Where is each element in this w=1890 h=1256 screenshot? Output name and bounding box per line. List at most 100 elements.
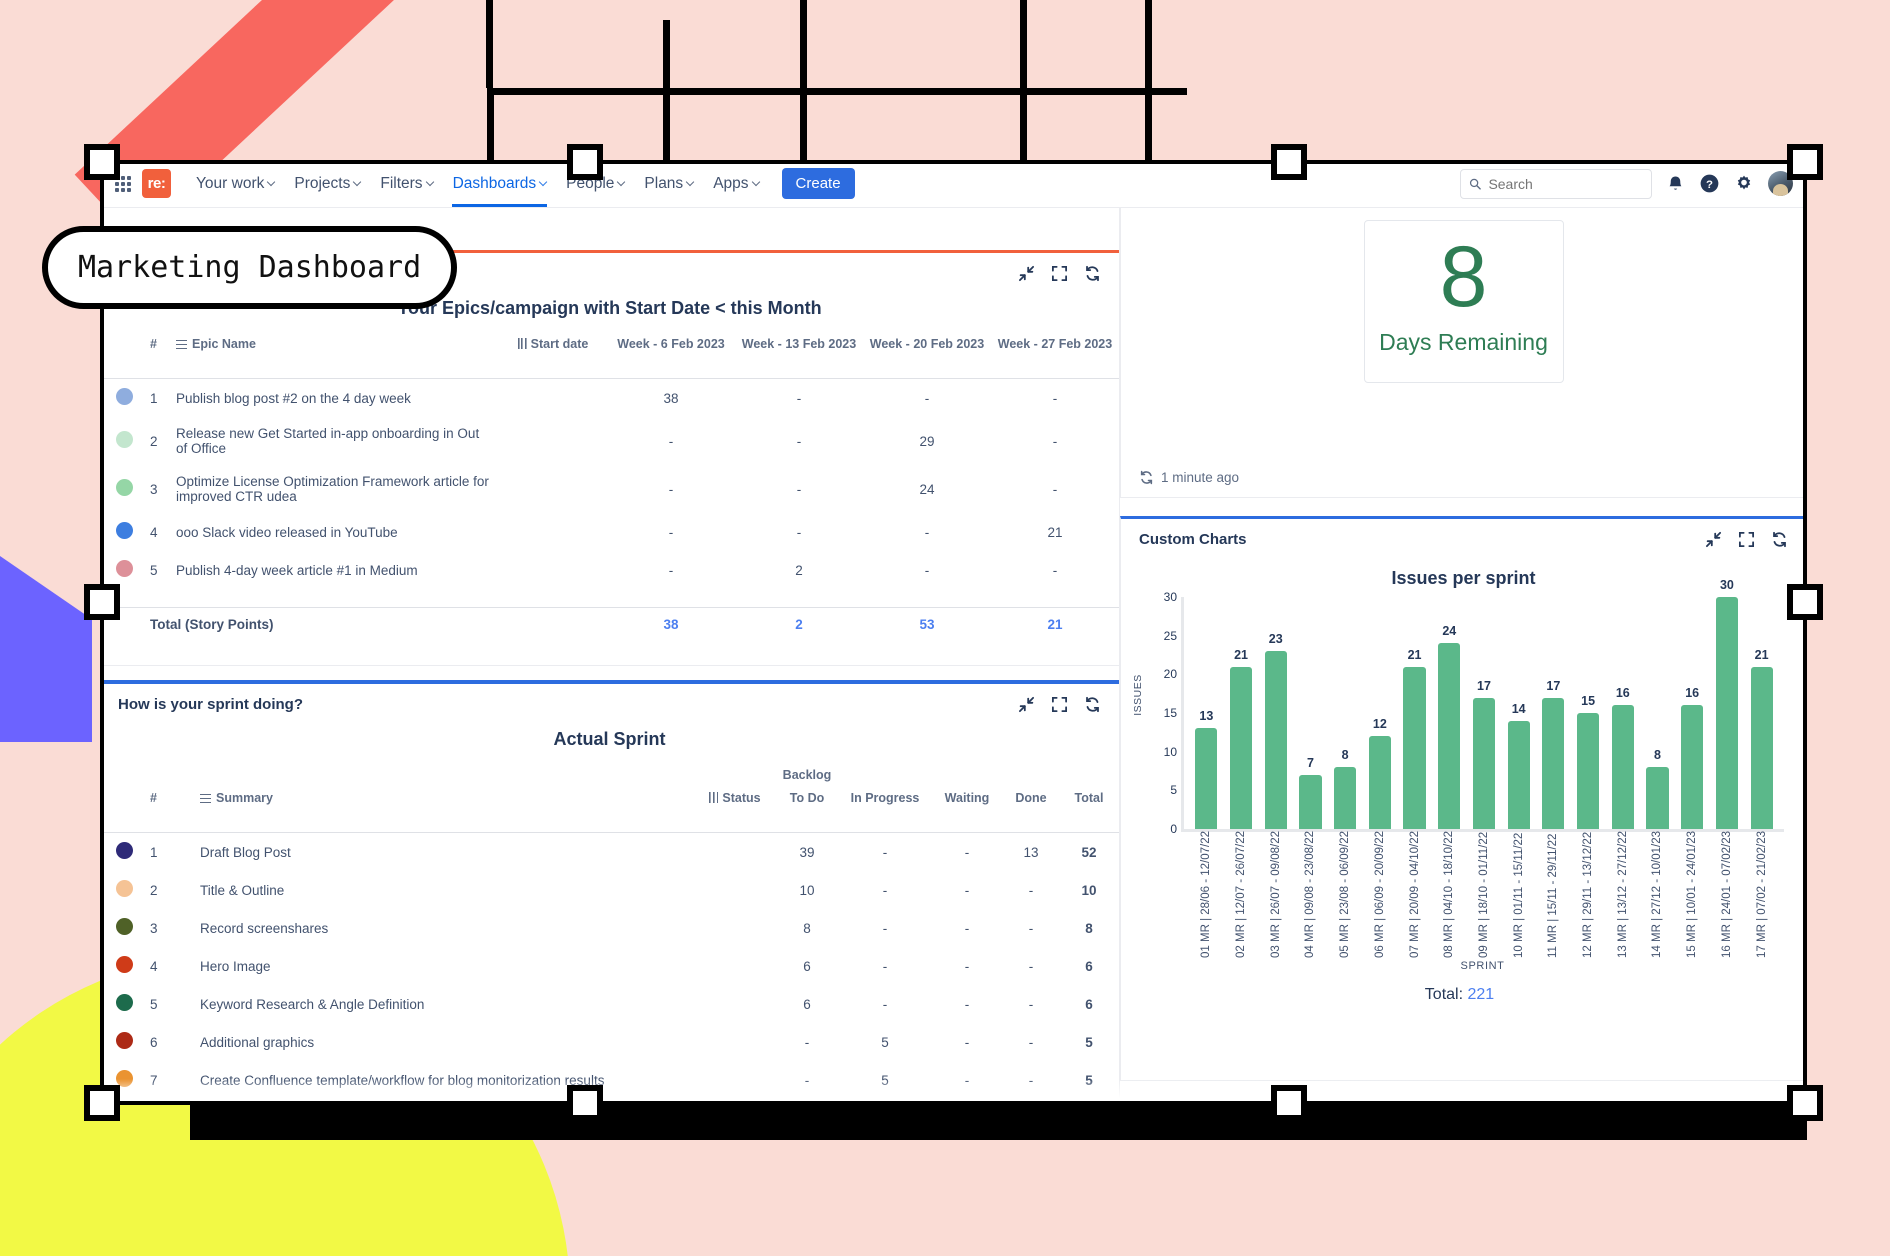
row-summary[interactable]: Title & Outline: [194, 871, 695, 909]
table-row[interactable]: 2 Release new Get Started in-app onboard…: [100, 417, 1119, 465]
chart-bar[interactable]: [1750, 666, 1773, 829]
table-row[interactable]: 7 Create Confluence template/workflow fo…: [100, 1061, 1119, 1099]
refresh-icon[interactable]: [1771, 531, 1788, 548]
row-total[interactable]: 5: [1059, 1023, 1119, 1061]
chart-bar-column[interactable]: 21: [1744, 597, 1779, 829]
chart-bar-column[interactable]: 30: [1710, 578, 1745, 829]
search-box[interactable]: [1460, 168, 1652, 199]
chart-bar-column[interactable]: 21: [1397, 597, 1432, 829]
row-week1[interactable]: 38: [607, 379, 735, 418]
fullscreen-icon[interactable]: [1051, 265, 1068, 282]
refresh-icon[interactable]: [1139, 470, 1154, 485]
row-epic-name[interactable]: ooo Slack video released in YouTube: [170, 513, 499, 551]
chart-bar[interactable]: [1334, 767, 1357, 829]
search-input[interactable]: [1488, 175, 1643, 192]
chart-bar[interactable]: [1403, 666, 1426, 829]
chart-bar[interactable]: [1472, 697, 1496, 829]
chart-bar[interactable]: [1715, 597, 1738, 829]
chart-bar-column[interactable]: 14: [1501, 597, 1536, 829]
table-row[interactable]: 4 Hero Image 6 - - - 6: [100, 947, 1119, 985]
refresh-icon[interactable]: [1084, 696, 1101, 713]
chart-bar[interactable]: [1264, 651, 1287, 829]
row-week3[interactable]: 29: [863, 417, 991, 465]
row-total[interactable]: 52: [1059, 833, 1119, 872]
row-epic-name[interactable]: Release new Get Started in-app onboardin…: [170, 417, 499, 465]
table-row[interactable]: 4 ooo Slack video released in YouTube - …: [100, 513, 1119, 551]
table-row[interactable]: 8 Discuss repurposing framework as a way…: [100, 1099, 1119, 1105]
row-week2[interactable]: 2: [735, 551, 863, 589]
row-total[interactable]: 5: [1059, 1099, 1119, 1105]
chart-bar[interactable]: [1507, 720, 1530, 829]
chart-bar[interactable]: [1611, 705, 1634, 829]
chart-bar[interactable]: [1195, 728, 1218, 829]
chart-bar[interactable]: [1681, 705, 1704, 829]
row-total[interactable]: 5: [1059, 1061, 1119, 1099]
row-inprogress[interactable]: 5: [839, 1061, 931, 1099]
chart-bar-column[interactable]: 8: [1328, 597, 1363, 829]
chart-bar-column[interactable]: 16: [1675, 597, 1710, 829]
table-row[interactable]: 5 Keyword Research & Angle Definition 6 …: [100, 985, 1119, 1023]
chart-bar-column[interactable]: 7: [1293, 597, 1328, 829]
table-row[interactable]: 2 Title & Outline 10 - - - 10: [100, 871, 1119, 909]
row-summary[interactable]: Additional graphics: [194, 1023, 695, 1061]
chart-bar-column[interactable]: 21: [1224, 597, 1259, 829]
table-row[interactable]: 5 Publish 4-day week article #1 in Mediu…: [100, 551, 1119, 589]
row-todo[interactable]: 39: [775, 833, 839, 872]
row-total[interactable]: 6: [1059, 985, 1119, 1023]
row-week4[interactable]: 21: [991, 513, 1119, 551]
notifications-icon[interactable]: [1666, 174, 1685, 193]
chart-total-value[interactable]: 221: [1468, 986, 1495, 1003]
chart-bar[interactable]: [1542, 697, 1565, 829]
nav-item-plans[interactable]: Plans: [635, 162, 702, 206]
chart-bar-column[interactable]: 23: [1258, 597, 1293, 829]
settings-gear-icon[interactable]: [1734, 174, 1754, 194]
row-todo[interactable]: 5: [775, 1099, 839, 1105]
table-row[interactable]: 3 Record screenshares 8 - - - 8: [100, 909, 1119, 947]
help-icon[interactable]: ?: [1699, 173, 1720, 194]
row-done[interactable]: 13: [1003, 833, 1059, 872]
row-week3[interactable]: 24: [863, 465, 991, 513]
table-row[interactable]: 3 Optimize License Optimization Framewor…: [100, 465, 1119, 513]
avatar[interactable]: [1768, 171, 1793, 196]
row-todo[interactable]: 8: [775, 909, 839, 947]
chart-bar-column[interactable]: 17: [1467, 597, 1502, 829]
chart-bar[interactable]: [1438, 643, 1461, 829]
chart-bar-column[interactable]: 24: [1432, 597, 1467, 829]
row-summary[interactable]: Discuss repurposing framework as a way o…: [194, 1099, 695, 1105]
table-row[interactable]: 1 Publish blog post #2 on the 4 day week…: [100, 379, 1119, 418]
chart-bar-column[interactable]: 12: [1363, 597, 1398, 829]
chart-bar-column[interactable]: 15: [1571, 597, 1606, 829]
chart-bar[interactable]: [1299, 774, 1322, 829]
fullscreen-icon[interactable]: [1051, 696, 1068, 713]
nav-item-your-work[interactable]: Your work: [187, 162, 283, 206]
chart-bar-column[interactable]: 17: [1536, 597, 1571, 829]
row-inprogress[interactable]: 5: [839, 1023, 931, 1061]
collapse-icon[interactable]: [1018, 696, 1035, 713]
app-logo[interactable]: re:: [142, 169, 171, 198]
app-switcher-icon[interactable]: [110, 171, 136, 197]
chart-bar[interactable]: [1576, 713, 1600, 829]
row-summary[interactable]: Draft Blog Post: [194, 833, 695, 872]
chart-bar[interactable]: [1368, 736, 1391, 829]
row-todo[interactable]: 10: [775, 871, 839, 909]
chart-bar-column[interactable]: 16: [1605, 597, 1640, 829]
nav-item-projects[interactable]: Projects: [285, 162, 369, 206]
row-total[interactable]: 6: [1059, 947, 1119, 985]
create-button[interactable]: Create: [781, 168, 855, 199]
row-summary[interactable]: Hero Image: [194, 947, 695, 985]
chart-bar[interactable]: [1646, 767, 1669, 829]
nav-item-dashboards[interactable]: Dashboards: [444, 162, 556, 207]
refresh-icon[interactable]: [1084, 265, 1101, 282]
row-total[interactable]: 10: [1059, 871, 1119, 909]
row-todo[interactable]: 6: [775, 985, 839, 1023]
row-todo[interactable]: 6: [775, 947, 839, 985]
fullscreen-icon[interactable]: [1738, 531, 1755, 548]
row-summary[interactable]: Keyword Research & Angle Definition: [194, 985, 695, 1023]
table-row[interactable]: 6 Additional graphics - 5 - - 5: [100, 1023, 1119, 1061]
chart-bar-column[interactable]: 8: [1640, 597, 1675, 829]
collapse-icon[interactable]: [1018, 265, 1035, 282]
nav-item-people[interactable]: People: [557, 162, 633, 206]
nav-item-filters[interactable]: Filters: [371, 162, 441, 206]
row-epic-name[interactable]: Publish blog post #2 on the 4 day week: [170, 379, 499, 418]
row-epic-name[interactable]: Publish 4-day week article #1 in Medium: [170, 551, 499, 589]
